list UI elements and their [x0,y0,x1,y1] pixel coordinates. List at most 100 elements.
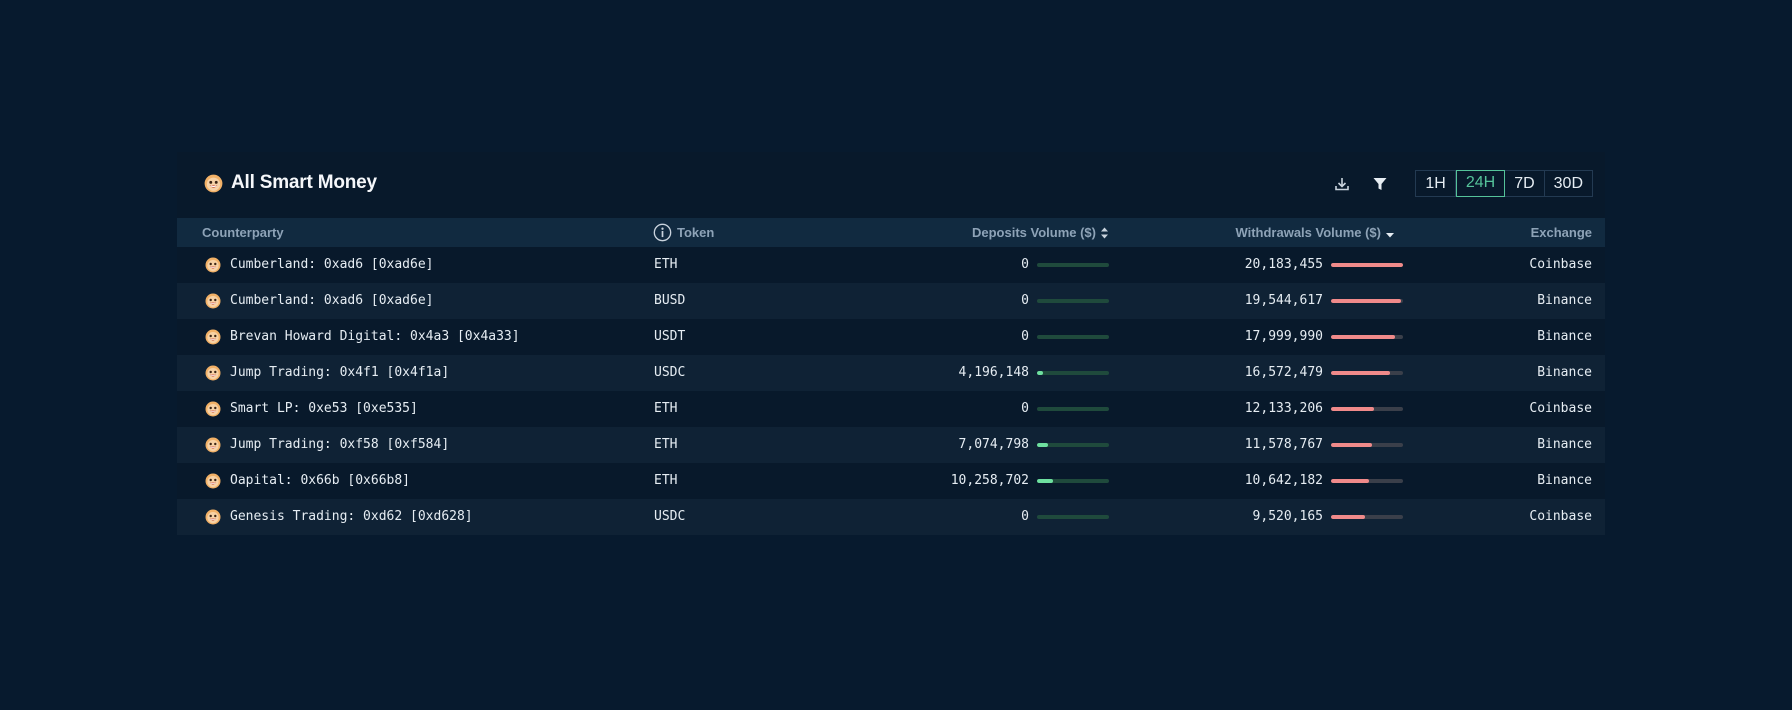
deposits-value: 0 [1021,293,1029,308]
smiley-face-icon [205,509,221,525]
token-cell: USDC [654,365,686,380]
exchange-cell: Binance [1537,293,1592,308]
token-cell: ETH [654,401,678,416]
column-header-withdrawals[interactable]: Withdrawals Volume ($) [1235,218,1395,247]
range-7d-button[interactable]: 7D [1505,171,1545,196]
panel-title-group: All Smart Money [204,172,377,194]
exchange-cell: Binance [1537,473,1592,488]
table-header: Counterparty Token Deposits Volume ($) W… [177,218,1605,247]
smiley-face-icon [205,293,221,309]
withdrawals-value: 20,183,455 [1244,257,1323,272]
counterparty-cell[interactable]: Jump Trading: 0x4f1 [0x4f1a] [205,355,449,391]
deposits-bar [1037,299,1109,303]
deposits-value: 0 [1021,509,1029,524]
deposits-bar-track [1037,263,1109,267]
column-header-token[interactable]: Token [653,218,714,247]
exchange-cell: Binance [1537,437,1592,452]
deposits-bar [1037,443,1109,447]
token-cell: ETH [654,473,678,488]
counterparty-cell[interactable]: Jump Trading: 0xf58 [0xf584] [205,427,449,463]
withdrawals-bar-track [1331,299,1403,303]
withdrawals-bar-track [1331,335,1403,339]
smiley-face-icon [205,437,221,453]
withdrawals-bar [1331,299,1403,303]
table-row[interactable]: Cumberland: 0xad6 [0xad6e] BUSD 0 19,544… [177,283,1605,319]
sort-descending-icon[interactable] [1385,226,1395,240]
deposits-bar-track [1037,407,1109,411]
withdrawals-value: 9,520,165 [1252,509,1323,524]
exchange-cell: Binance [1537,365,1592,380]
counterparty-cell[interactable]: Cumberland: 0xad6 [0xad6e] [205,283,434,319]
table-row[interactable]: Jump Trading: 0xf58 [0xf584] ETH 7,074,7… [177,427,1605,463]
column-header-counterparty[interactable]: Counterparty [202,218,284,247]
deposits-bar-track [1037,299,1109,303]
smiley-face-icon [204,174,223,193]
deposits-bar-track [1037,443,1109,447]
sort-both-icon[interactable] [1100,226,1109,240]
deposits-bar-fill [1037,371,1043,375]
exchange-cell: Binance [1537,329,1592,344]
token-cell: ETH [654,437,678,452]
range-1h-button[interactable]: 1H [1416,171,1456,196]
deposits-value: 4,196,148 [958,365,1029,380]
withdrawals-bar [1331,443,1403,447]
deposits-bar [1037,515,1109,519]
counterparty-cell[interactable]: Oapital: 0x66b [0x66b8] [205,463,410,499]
deposits-bar-track [1037,371,1109,375]
deposits-bar [1037,371,1109,375]
table-row[interactable]: Smart LP: 0xe53 [0xe535] ETH 0 12,133,20… [177,391,1605,427]
table-row[interactable]: Brevan Howard Digital: 0x4a3 [0x4a33] US… [177,319,1605,355]
page-title: All Smart Money [231,172,377,193]
withdrawals-bar-track [1331,479,1403,483]
column-header-exchange[interactable]: Exchange [1531,218,1592,247]
deposits-bar [1037,263,1109,267]
filter-icon[interactable] [1370,174,1390,194]
deposits-value: 7,074,798 [958,437,1029,452]
counterparty-label: Jump Trading: 0x4f1 [0x4f1a] [230,365,450,380]
withdrawals-value: 12,133,206 [1244,401,1323,416]
deposits-value: 10,258,702 [950,473,1029,488]
table-row[interactable]: Oapital: 0x66b [0x66b8] ETH 10,258,702 1… [177,463,1605,499]
table-row[interactable]: Jump Trading: 0x4f1 [0x4f1a] USDC 4,196,… [177,355,1605,391]
panel-header: All Smart Money 1H 24H 7D 30D [177,152,1605,218]
withdrawals-bar-fill [1331,479,1369,483]
download-icon[interactable] [1332,174,1352,194]
deposits-bar-fill [1037,479,1053,483]
table-body: Cumberland: 0xad6 [0xad6e] ETH 0 20,183,… [177,247,1605,535]
deposits-bar [1037,335,1109,339]
counterparty-cell[interactable]: Brevan Howard Digital: 0x4a3 [0x4a33] [205,319,520,355]
counterparty-label: Smart LP: 0xe53 [0xe535] [230,401,418,416]
withdrawals-value: 10,642,182 [1244,473,1323,488]
exchange-cell: Coinbase [1529,257,1592,272]
withdrawals-bar [1331,335,1403,339]
counterparty-label: Jump Trading: 0xf58 [0xf584] [230,437,450,452]
counterparty-label: Brevan Howard Digital: 0x4a3 [0x4a33] [230,329,520,344]
time-range-selector: 1H 24H 7D 30D [1415,170,1593,197]
counterparty-cell[interactable]: Genesis Trading: 0xd62 [0xd628] [205,499,473,535]
range-30d-button[interactable]: 30D [1545,171,1592,196]
withdrawals-value: 16,572,479 [1244,365,1323,380]
withdrawals-bar-track [1331,407,1403,411]
counterparty-cell[interactable]: Cumberland: 0xad6 [0xad6e] [205,247,434,283]
counterparty-cell[interactable]: Smart LP: 0xe53 [0xe535] [205,391,418,427]
deposits-bar-track [1037,335,1109,339]
exchange-cell: Coinbase [1529,401,1592,416]
info-icon[interactable] [653,223,672,242]
range-24h-button[interactable]: 24H [1455,170,1506,197]
withdrawals-bar-track [1331,263,1403,267]
withdrawals-bar [1331,479,1403,483]
deposits-bar [1037,407,1109,411]
column-header-label: Deposits Volume ($) [971,225,1096,240]
withdrawals-bar-track [1331,443,1403,447]
table-row[interactable]: Genesis Trading: 0xd62 [0xd628] USDC 0 9… [177,499,1605,535]
deposits-value: 0 [1021,401,1029,416]
column-header-deposits[interactable]: Deposits Volume ($) [972,218,1109,247]
deposits-value: 0 [1021,257,1029,272]
withdrawals-bar-track [1331,371,1403,375]
withdrawals-bar-fill [1331,443,1373,447]
table-row[interactable]: Cumberland: 0xad6 [0xad6e] ETH 0 20,183,… [177,247,1605,283]
deposits-bar-fill [1037,443,1048,447]
column-header-label: Counterparty [202,225,284,240]
token-cell: USDT [654,329,686,344]
withdrawals-bar-fill [1331,263,1403,267]
